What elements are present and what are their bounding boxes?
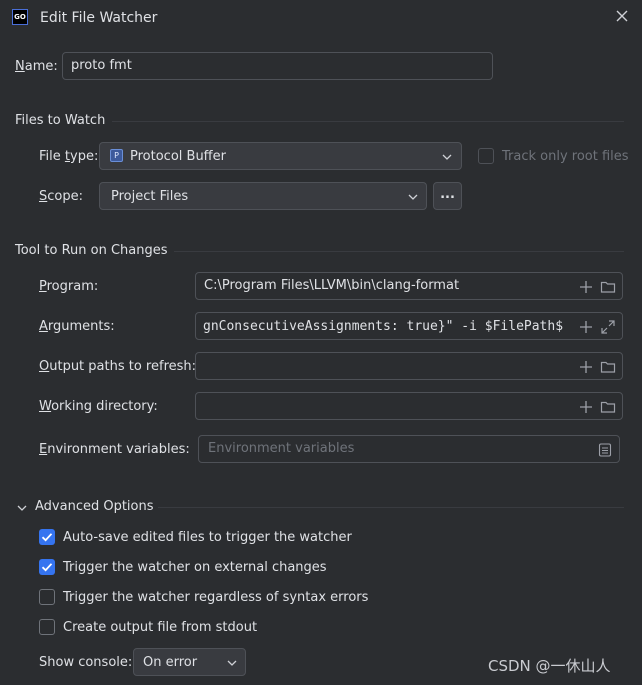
folder-icon[interactable] <box>600 399 616 415</box>
environment-variables-placeholder: Environment variables <box>208 441 355 456</box>
scope-label: Scope: <box>39 189 83 204</box>
stdout-output-label: Create output file from stdout <box>63 620 258 635</box>
external-changes-checkbox[interactable] <box>39 559 55 575</box>
add-macro-icon[interactable] <box>578 399 594 415</box>
chevron-down-icon <box>408 194 418 200</box>
scope-value: Project Files <box>111 189 189 204</box>
environment-variables-field[interactable]: Environment variables <box>198 435 620 463</box>
arguments-label: Arguments: <box>39 319 115 334</box>
protocol-buffer-icon: P <box>110 149 123 162</box>
add-macro-icon[interactable] <box>578 279 594 295</box>
checkmark-icon <box>41 563 53 572</box>
arguments-value: gnConsecutiveAssignments: true}" -i $Fil… <box>203 319 564 334</box>
csdn-watermark: CSDN @一休山人 <box>488 657 611 675</box>
syntax-errors-label: Trigger the watcher regardless of syntax… <box>63 590 369 605</box>
file-type-label: File type: <box>39 149 99 164</box>
external-changes-label: Trigger the watcher on external changes <box>63 560 327 575</box>
collapse-chevron-icon[interactable] <box>16 503 28 513</box>
working-directory-field[interactable] <box>195 392 623 420</box>
output-paths-field[interactable] <box>195 352 623 380</box>
divider <box>174 251 624 252</box>
syntax-errors-checkbox[interactable] <box>39 589 55 605</box>
app-icon: GO <box>12 9 28 25</box>
close-icon[interactable] <box>614 8 630 24</box>
auto-save-label: Auto-save edited files to trigger the wa… <box>63 530 352 545</box>
checkmark-icon <box>41 533 53 542</box>
arguments-field[interactable]: gnConsecutiveAssignments: true}" -i $Fil… <box>195 312 623 340</box>
output-paths-label: Output paths to refresh: <box>39 359 197 374</box>
working-directory-label: Working directory: <box>39 399 158 414</box>
file-type-value: Protocol Buffer <box>130 149 226 164</box>
file-type-dropdown[interactable]: P Protocol Buffer <box>99 142 462 170</box>
scope-dropdown[interactable]: Project Files <box>99 182 427 210</box>
name-field[interactable]: proto fmt <box>62 52 493 80</box>
chevron-down-icon <box>227 660 237 666</box>
advanced-options-heading[interactable]: Advanced Options <box>35 499 154 514</box>
program-label: Program: <box>39 279 99 294</box>
tool-heading: Tool to Run on Changes <box>15 243 168 258</box>
files-to-watch-heading: Files to Watch <box>15 113 106 128</box>
edit-list-icon[interactable] <box>597 442 613 458</box>
chevron-down-icon <box>442 154 452 160</box>
track-only-root-checkbox[interactable] <box>478 148 494 164</box>
divider <box>112 121 624 122</box>
stdout-output-checkbox[interactable] <box>39 619 55 635</box>
program-field[interactable]: C:\Program Files\LLVM\bin\clang-format <box>195 272 623 300</box>
divider <box>158 507 624 508</box>
folder-icon[interactable] <box>600 279 616 295</box>
add-macro-icon[interactable] <box>578 319 594 335</box>
show-console-dropdown[interactable]: On error <box>133 648 246 676</box>
environment-variables-label: Environment variables: <box>39 442 190 457</box>
auto-save-checkbox[interactable] <box>39 529 55 545</box>
folder-icon[interactable] <box>600 359 616 375</box>
name-value: proto fmt <box>71 58 132 73</box>
title-bar: GO Edit File Watcher <box>0 0 642 36</box>
program-value: C:\Program Files\LLVM\bin\clang-format <box>204 278 460 293</box>
add-macro-icon[interactable] <box>578 359 594 375</box>
expand-icon[interactable] <box>600 319 616 335</box>
dialog-title: Edit File Watcher <box>40 10 158 26</box>
show-console-label: Show console: <box>39 655 133 670</box>
show-console-value: On error <box>143 655 198 670</box>
scope-more-button[interactable]: ... <box>433 182 462 210</box>
name-label: Name: <box>15 59 58 74</box>
track-only-root-label: Track only root files <box>502 149 629 164</box>
